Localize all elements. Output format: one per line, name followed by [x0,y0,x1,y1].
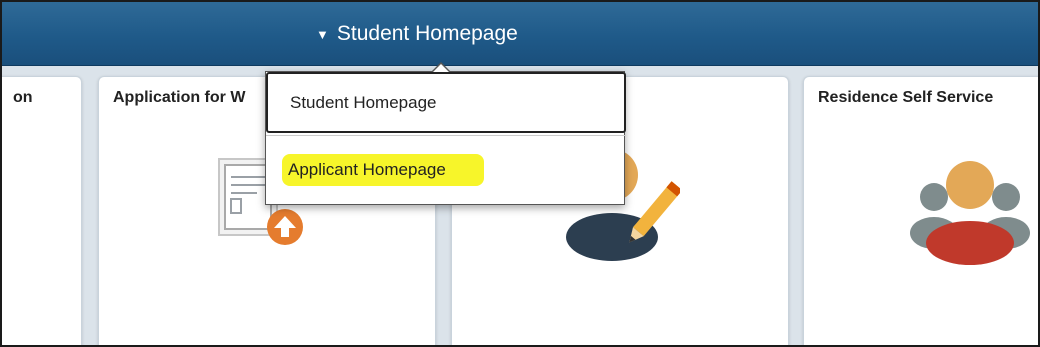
screenshot-frame: ▼ Student Homepage on Application for W … [0,0,1040,347]
menu-item-label: Applicant Homepage [282,154,484,186]
menu-item-student-homepage[interactable]: Student Homepage [266,72,626,133]
tile-title: on [13,89,33,106]
menu-divider [266,135,626,136]
people-group-icon [910,161,1030,265]
homepage-menu-popover: Student Homepage Applicant Homepage [265,62,626,205]
menu-item-applicant-homepage[interactable]: Applicant Homepage [266,137,626,203]
menu-item-label: Student Homepage [290,92,437,112]
header-banner: ▼ Student Homepage [2,2,1038,66]
tile-residence-self-service[interactable]: Residence Self Service [803,76,1038,345]
tile-title: Residence Self Service [818,89,994,106]
tile-partial-left[interactable]: on [2,76,82,345]
homepage-selector[interactable]: ▼ Student Homepage [316,22,518,46]
homepage-title: Student Homepage [336,22,518,45]
tile-title: Application for W [113,89,246,106]
caret-down-icon: ▼ [316,26,329,42]
